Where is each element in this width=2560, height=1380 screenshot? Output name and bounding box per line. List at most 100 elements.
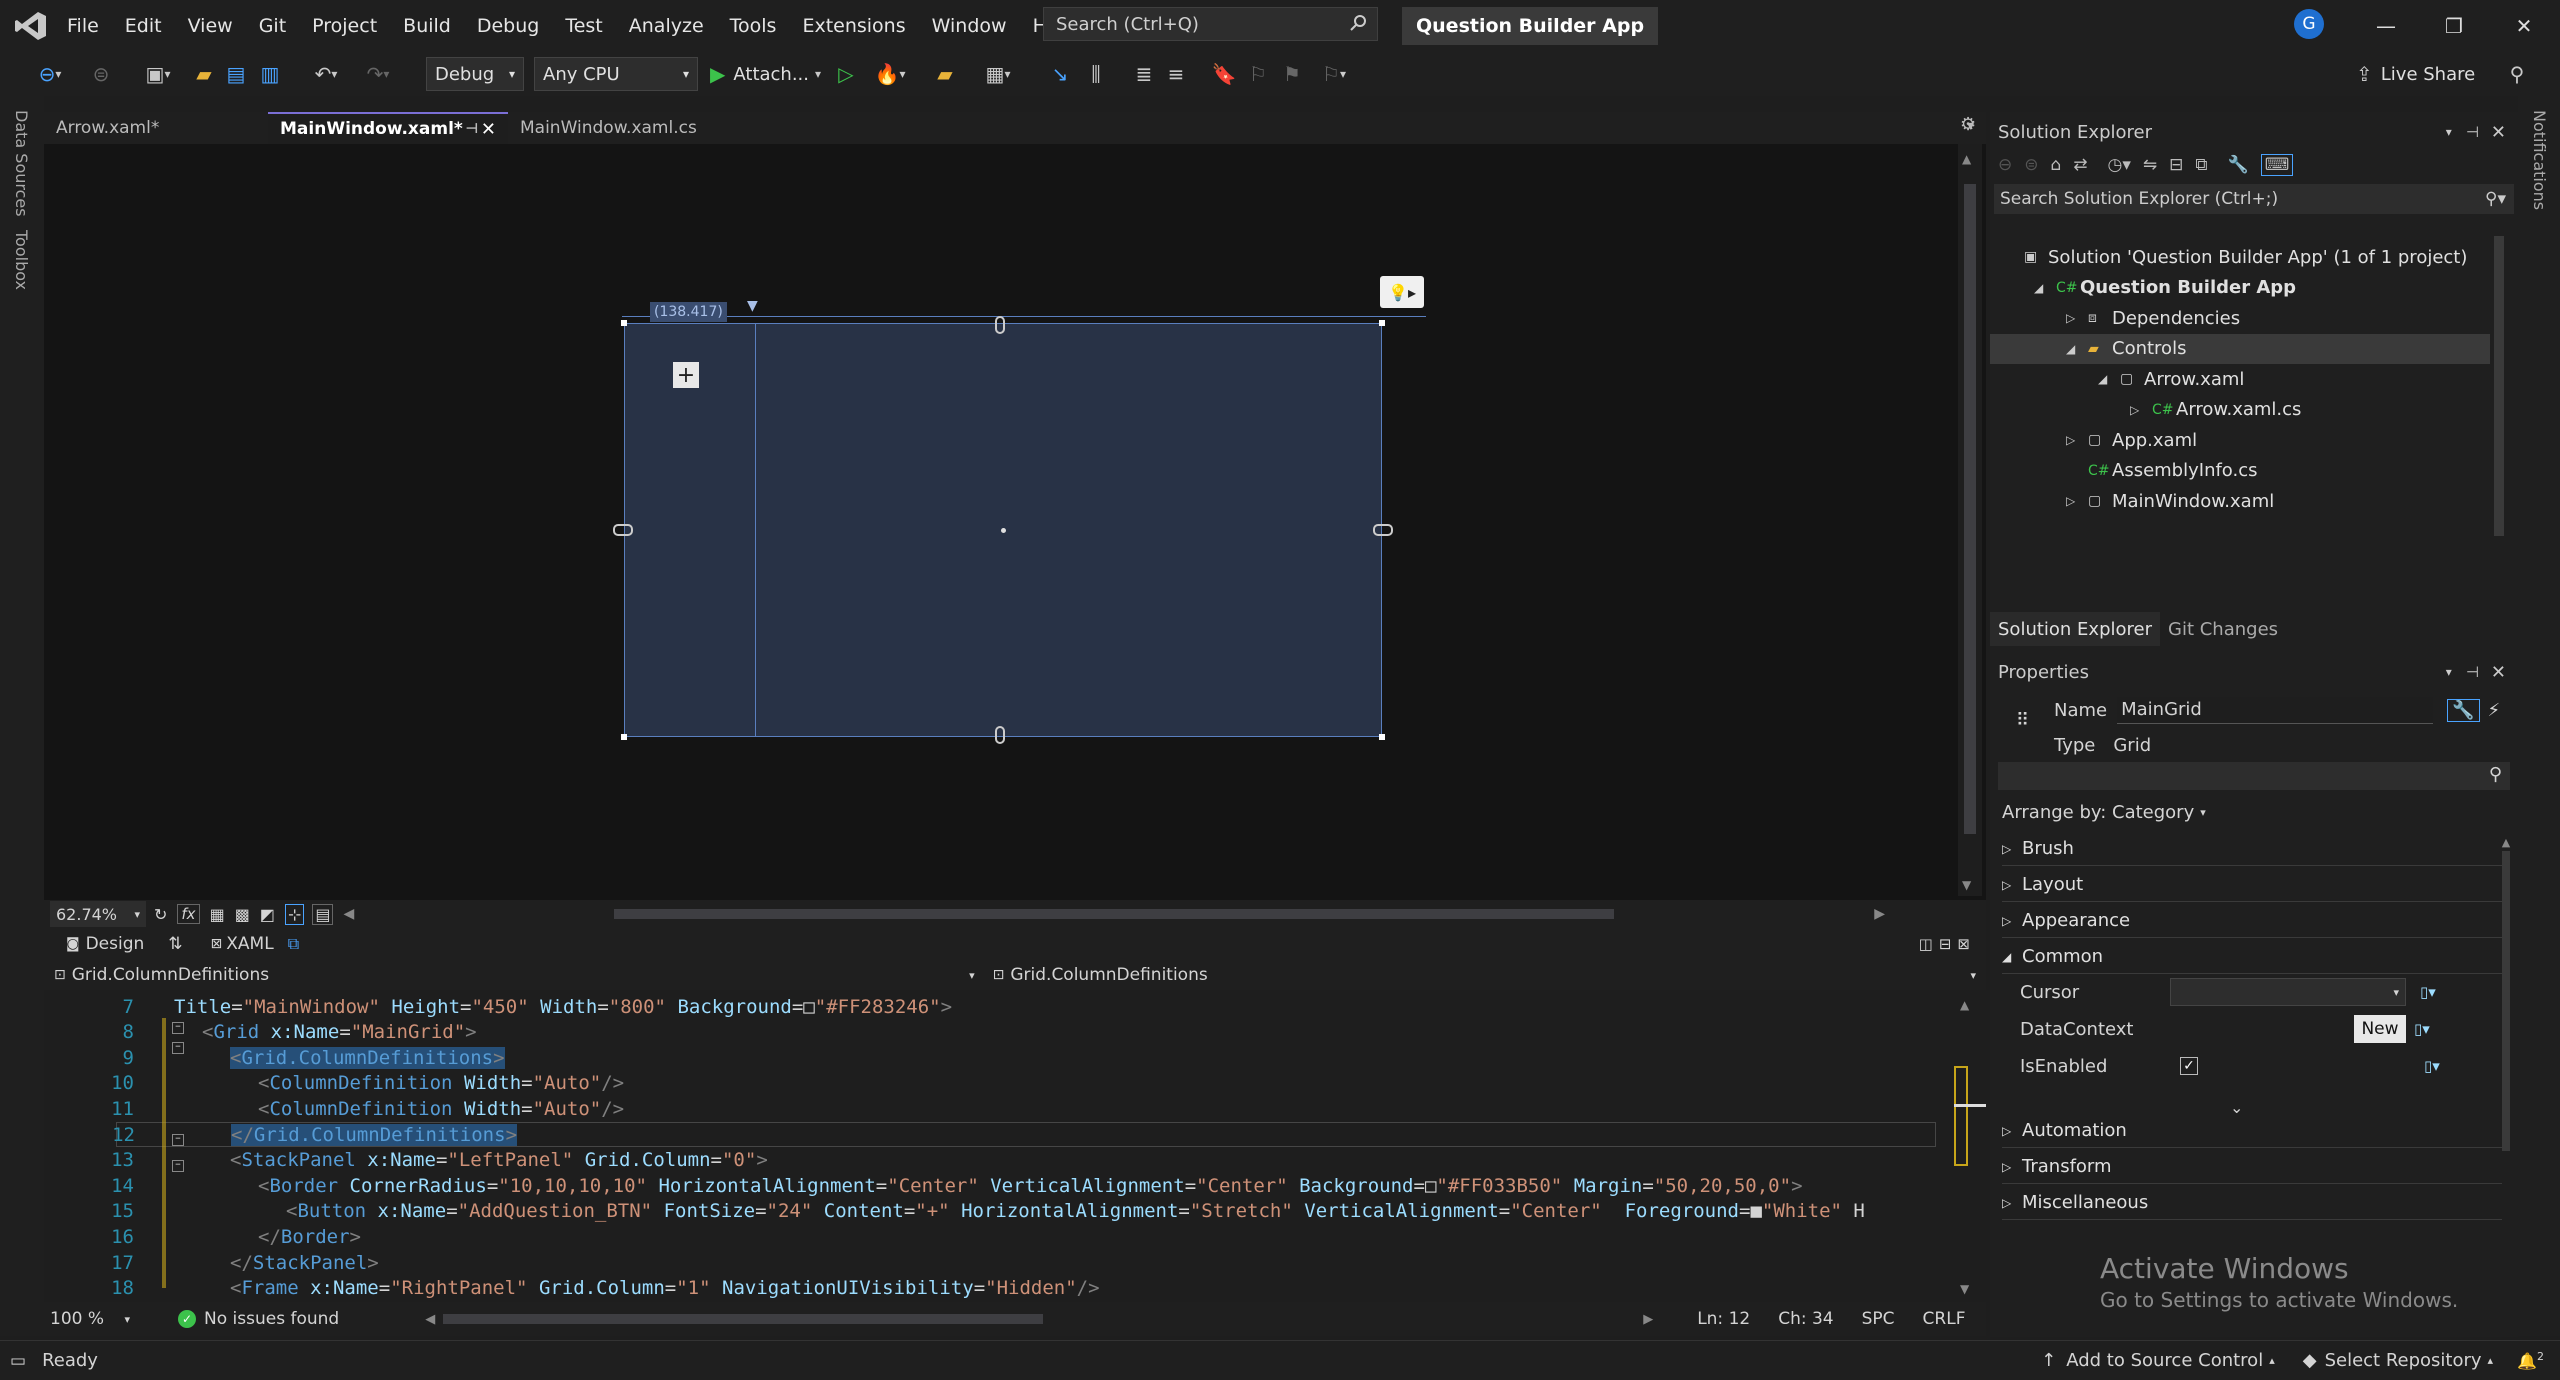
category-brush[interactable]: ▷ Brush [2002,832,2502,866]
line-ending-indicator[interactable]: CRLF [1923,1309,1966,1329]
category-layout[interactable]: ▷ Layout [2002,868,2502,902]
code-line[interactable]: 14 <Border CornerRadius="10,10,10,10" Hor… [44,1173,1944,1198]
corner-handle[interactable] [621,734,627,740]
show-all-files-icon[interactable]: ⧉ [2195,155,2207,175]
collapse-pane-icon[interactable]: ⊠ [1957,935,1970,953]
corner-handle[interactable] [621,320,627,326]
menu-analyze[interactable]: Analyze [616,0,717,52]
expanded-icon[interactable]: ◢ [2034,281,2043,295]
save-icon[interactable]: ▤ [222,57,250,91]
preview-selected-icon[interactable]: ⌨ [2260,154,2294,176]
scroll-left-icon[interactable]: ◀ [425,1312,435,1327]
menu-build[interactable]: Build [390,0,464,52]
clear-bookmarks-icon[interactable]: ⚐ ▾ [1314,57,1354,91]
tree-item[interactable]: ▷ ⧈ Dependencies [1990,303,2490,333]
menu-window[interactable]: Window [919,0,1020,52]
close-window-button[interactable]: ✕ [2490,0,2558,52]
solution-explorer-scrollbar[interactable] [2490,222,2508,632]
panel-menu-icon[interactable]: ▾ [2446,125,2452,139]
corner-handle[interactable] [1379,320,1385,326]
panel-menu-icon[interactable]: ▾ [2446,665,2452,679]
menu-git[interactable]: Git [246,0,299,52]
expanded-icon[interactable]: ◢ [2066,342,2075,356]
tree-item[interactable]: ◢ C# Question Builder App [1990,273,2490,303]
code-line[interactable]: 11 <ColumnDefinition Width="Auto"/> [44,1096,1944,1121]
scroll-right-icon[interactable]: ▶ [1874,906,1885,922]
tab-arrow-xaml[interactable]: Arrow.xaml* [44,112,268,144]
tree-item[interactable]: ▷ ▢ App.xaml [1990,425,2490,455]
vertical-split-icon[interactable]: ◫ [1919,935,1933,953]
code-line[interactable]: 16 </Border> [44,1224,1944,1249]
attach-button[interactable]: ▶ Attach... ▾ [710,57,830,91]
menu-project[interactable]: Project [299,0,390,52]
category-automation[interactable]: ▷ Automation [2002,1114,2502,1148]
collapse-icon[interactable]: − [172,1022,184,1034]
popout-xaml-icon[interactable]: ⧉ [288,934,299,954]
next-bookmark-icon[interactable]: ⚑ [1278,57,1306,91]
code-line[interactable]: 8 <Grid x:Name="MainGrid"> [44,1020,1944,1045]
pin-icon[interactable]: ⊣ [465,121,478,137]
notifications-bell-icon[interactable]: 🔔2 [2517,1350,2544,1370]
menu-debug[interactable]: Debug [464,0,552,52]
datacontext-new-button[interactable]: New [2354,1015,2406,1043]
menu-tools[interactable]: Tools [717,0,790,52]
sync-icon[interactable]: ⇋ [2143,155,2157,175]
search-box[interactable]: Search (Ctrl+Q) [1043,7,1378,41]
tab-solution-explorer[interactable]: Solution Explorer [1990,612,2160,646]
design-tab[interactable]: Design [86,934,145,954]
pin-icon[interactable]: ⊣ [2466,123,2479,141]
name-input[interactable]: MainGrid [2117,696,2434,724]
menu-edit[interactable]: Edit [112,0,175,52]
property-marker-icon[interactable]: ▯▾ [2424,1057,2440,1075]
menu-file[interactable]: File [54,0,112,52]
refresh-icon[interactable]: ↻ [154,905,167,924]
designer-horizontal-scrollbar-thumb[interactable] [614,909,1615,919]
output-window-icon[interactable]: ▭ [10,1351,26,1371]
category-common[interactable]: ◢ Common [2002,940,2502,974]
add-question-button-preview[interactable]: + [673,362,699,388]
code-line[interactable]: 10 <ColumnDefinition Width="Auto"/> [44,1071,1944,1096]
open-folder-icon[interactable]: ▰ [190,57,218,91]
indent-icon[interactable]: ≡ [1162,57,1190,91]
line-indicator[interactable]: Ln: 12 [1697,1309,1750,1329]
code-horizontal-scrollbar-thumb[interactable] [443,1314,1044,1324]
resize-handle-top[interactable] [995,316,1005,334]
new-project-icon[interactable]: ▣ ▾ [136,57,180,91]
navigate-forward-icon[interactable]: ⊜ [88,57,114,91]
column-indicator[interactable]: Ch: 34 [1778,1309,1833,1329]
xaml-code-editor[interactable]: 7 Title="MainWindow" Height="450" Width="… [44,992,1954,1302]
swap-panes-icon[interactable]: ⇅ [168,934,182,954]
property-marker-icon[interactable]: ▯▾ [2414,1020,2430,1038]
xaml-tab[interactable]: XAML [226,934,273,954]
code-line[interactable]: 18 <Frame x:Name="RightPanel" Grid.Column… [44,1276,1944,1301]
properties-search-input[interactable]: ⚲ [1998,762,2510,790]
category-appearance[interactable]: ▷ Appearance [2002,904,2502,938]
tree-item[interactable]: C# AssemblyInfo.cs [1990,456,2490,486]
pin-icon[interactable]: ⊣ [2466,663,2479,681]
code-line[interactable]: 17 </StackPanel> [44,1250,1944,1275]
properties-wrench-icon[interactable]: 🔧 [2228,155,2249,175]
main-grid-artboard[interactable]: + [613,316,1393,744]
code-line[interactable]: 9 <Grid.ColumnDefinitions> [44,1045,1944,1070]
toolbox-tab[interactable]: Toolbox [12,230,31,290]
outdent-icon[interactable]: ≣ [1130,57,1158,91]
isenabled-checkbox[interactable]: ✓ [2180,1057,2198,1075]
tab-git-changes[interactable]: Git Changes [2160,612,2286,646]
minimize-button[interactable]: — [2352,0,2420,52]
arrange-by-dropdown[interactable]: Arrange by: Category ▾ [2002,802,2206,823]
collapse-icon[interactable]: − [172,1160,184,1172]
menu-extensions[interactable]: Extensions [789,0,918,52]
layout-icon[interactable]: ▦ ▾ [976,57,1020,91]
close-tab-icon[interactable]: ✕ [481,119,496,140]
chevron-down-icon[interactable]: ▾ [1970,969,1976,982]
breadcrumb-right[interactable]: Grid.ColumnDefinitions [1010,965,1207,985]
column-divider[interactable] [755,324,756,736]
resize-handle-left[interactable] [613,524,633,536]
select-repository[interactable]: Select Repository [2325,1350,2482,1371]
close-panel-icon[interactable]: ✕ [2491,662,2506,683]
switch-views-icon[interactable]: ⇄ [2073,155,2087,175]
effects-fx-icon[interactable]: fx [177,904,200,924]
code-line[interactable]: 7 Title="MainWindow" Height="450" Width="… [44,994,1944,1019]
code-line[interactable]: 13 <StackPanel x:Name="LeftPanel" Grid.Co… [44,1148,1944,1173]
corner-handle[interactable] [1379,734,1385,740]
